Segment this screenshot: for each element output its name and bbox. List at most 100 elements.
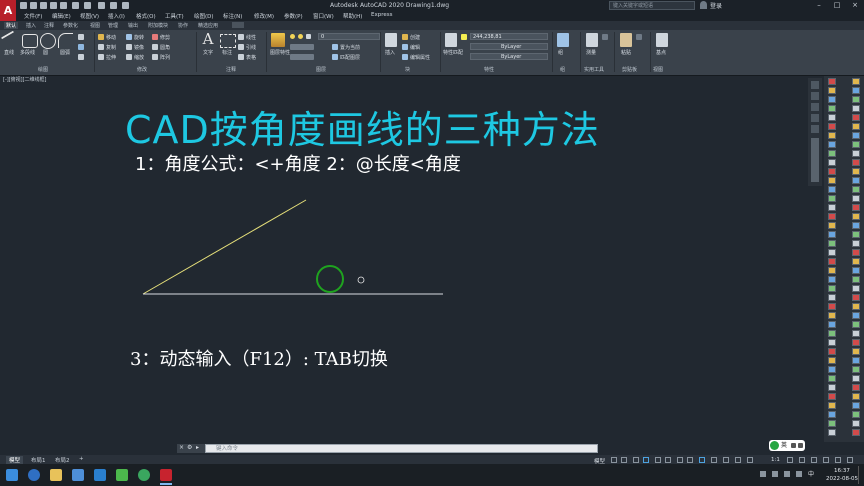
showmotion-icon[interactable]: [811, 125, 819, 133]
right-toolbar-tool-icon[interactable]: [852, 213, 860, 220]
navigation-scrollbar[interactable]: [811, 138, 819, 182]
right-toolbar-tool-icon[interactable]: [852, 375, 860, 382]
right-toolbar-tool-icon[interactable]: [828, 150, 836, 157]
right-toolbar-tool-icon[interactable]: [828, 123, 836, 130]
ime-language[interactable]: 英: [781, 440, 787, 451]
right-toolbar-tool-icon[interactable]: [828, 348, 836, 355]
tray-app-icon[interactable]: [772, 471, 778, 477]
right-toolbar-tool-icon[interactable]: [852, 348, 860, 355]
right-toolbar-tool-icon[interactable]: [828, 213, 836, 220]
right-toolbar-tool-icon[interactable]: [852, 222, 860, 229]
infer-constraints-icon[interactable]: [633, 457, 639, 463]
right-toolbar-tool-icon[interactable]: [828, 222, 836, 229]
right-toolbar-tool-icon[interactable]: [852, 285, 860, 292]
right-toolbar-tool-icon[interactable]: [828, 303, 836, 310]
right-toolbar-tool-icon[interactable]: [828, 186, 836, 193]
right-toolbar-tool-icon[interactable]: [828, 114, 836, 121]
right-toolbar-tool-icon[interactable]: [852, 420, 860, 427]
workspace-switch-icon[interactable]: [787, 457, 793, 463]
right-toolbar-tool-icon[interactable]: [852, 105, 860, 112]
right-toolbar-tool-icon[interactable]: [852, 276, 860, 283]
right-toolbar-tool-icon[interactable]: [828, 105, 836, 112]
right-toolbar-tool-icon[interactable]: [828, 231, 836, 238]
right-toolbar-tool-icon[interactable]: [852, 177, 860, 184]
snap-icon[interactable]: [621, 457, 627, 463]
command-input[interactable]: 键入命令: [205, 444, 598, 453]
customization-menu-icon[interactable]: [847, 457, 853, 463]
lineweight-icon[interactable]: [711, 457, 717, 463]
grid-icon[interactable]: [611, 457, 617, 463]
add-layout-button[interactable]: +: [79, 456, 84, 462]
right-toolbar-tool-icon[interactable]: [828, 285, 836, 292]
right-toolbar-tool-icon[interactable]: [852, 168, 860, 175]
right-toolbar-tool-icon[interactable]: [852, 393, 860, 400]
recent-commands-icon[interactable]: ▸: [196, 444, 199, 451]
right-toolbar-tool-icon[interactable]: [852, 96, 860, 103]
right-toolbar-tool-icon[interactable]: [852, 357, 860, 364]
right-toolbar-tool-icon[interactable]: [852, 159, 860, 166]
file-explorer-icon[interactable]: [50, 469, 62, 481]
right-toolbar-tool-icon[interactable]: [828, 258, 836, 265]
right-toolbar-tool-icon[interactable]: [828, 384, 836, 391]
hardware-acceleration-icon[interactable]: [835, 457, 841, 463]
right-toolbar-tool-icon[interactable]: [828, 204, 836, 211]
annotation-visibility-icon[interactable]: [747, 457, 753, 463]
right-toolbar-tool-icon[interactable]: [828, 168, 836, 175]
right-toolbar-tool-icon[interactable]: [828, 429, 836, 436]
start-icon[interactable]: [6, 469, 18, 481]
orbit-icon[interactable]: [811, 114, 819, 122]
show-desktop-button[interactable]: [858, 466, 863, 484]
right-toolbar-tool-icon[interactable]: [828, 420, 836, 427]
selection-cycling-icon[interactable]: [735, 457, 741, 463]
right-toolbar-tool-icon[interactable]: [852, 339, 860, 346]
right-toolbar-tool-icon[interactable]: [852, 114, 860, 121]
right-toolbar-tool-icon[interactable]: [828, 411, 836, 418]
pan-icon[interactable]: [811, 92, 819, 100]
ime-tray-indicator[interactable]: 中: [808, 469, 816, 479]
right-toolbar-tool-icon[interactable]: [852, 330, 860, 337]
isometric-icon[interactable]: [677, 457, 683, 463]
tray-chevron-icon[interactable]: [760, 471, 766, 477]
right-toolbar-tool-icon[interactable]: [852, 294, 860, 301]
right-toolbar-tool-icon[interactable]: [852, 303, 860, 310]
ime-punctuation-icon[interactable]: [791, 443, 796, 448]
taskbar-clock[interactable]: 16:37 2022-08-05: [826, 467, 858, 483]
dynamic-input-icon[interactable]: [643, 457, 649, 463]
full-navigation-wheel-icon[interactable]: [811, 81, 819, 89]
tab-layout2[interactable]: 布局2: [55, 456, 70, 464]
close-button[interactable]: ×: [846, 0, 864, 11]
right-toolbar-tool-icon[interactable]: [828, 159, 836, 166]
right-toolbar-tool-icon[interactable]: [828, 78, 836, 85]
right-toolbar-tool-icon[interactable]: [828, 249, 836, 256]
right-toolbar-tool-icon[interactable]: [828, 141, 836, 148]
right-toolbar-tool-icon[interactable]: [828, 402, 836, 409]
right-toolbar-tool-icon[interactable]: [852, 123, 860, 130]
object-snap-tracking-icon[interactable]: [687, 457, 693, 463]
right-toolbar-tool-icon[interactable]: [852, 204, 860, 211]
maximize-button[interactable]: □: [828, 0, 846, 11]
right-toolbar-tool-icon[interactable]: [852, 402, 860, 409]
right-toolbar-tool-icon[interactable]: [828, 321, 836, 328]
right-toolbar-tool-icon[interactable]: [852, 384, 860, 391]
right-toolbar-tool-icon[interactable]: [852, 132, 860, 139]
right-toolbar-tool-icon[interactable]: [852, 87, 860, 94]
network-icon[interactable]: [784, 471, 790, 477]
ev-recorder-icon[interactable]: [94, 469, 106, 481]
annotation-scale[interactable]: 1:1: [771, 457, 780, 463]
right-toolbar-tool-icon[interactable]: [852, 186, 860, 193]
right-toolbar-tool-icon[interactable]: [852, 249, 860, 256]
right-toolbar-tool-icon[interactable]: [828, 132, 836, 139]
right-toolbar-tool-icon[interactable]: [828, 267, 836, 274]
isolate-objects-icon[interactable]: [823, 457, 829, 463]
right-toolbar-tool-icon[interactable]: [852, 321, 860, 328]
right-toolbar-tool-icon[interactable]: [828, 87, 836, 94]
right-toolbar-tool-icon[interactable]: [852, 312, 860, 319]
right-toolbar-tool-icon[interactable]: [852, 231, 860, 238]
right-toolbar-tool-icon[interactable]: [828, 312, 836, 319]
browser-icon[interactable]: [138, 469, 150, 481]
right-toolbar-tool-icon[interactable]: [828, 375, 836, 382]
ortho-icon[interactable]: [655, 457, 661, 463]
tab-layout1[interactable]: 布局1: [31, 456, 46, 464]
right-toolbar-tool-icon[interactable]: [852, 411, 860, 418]
customize-command-icon[interactable]: ⚙: [187, 444, 192, 451]
